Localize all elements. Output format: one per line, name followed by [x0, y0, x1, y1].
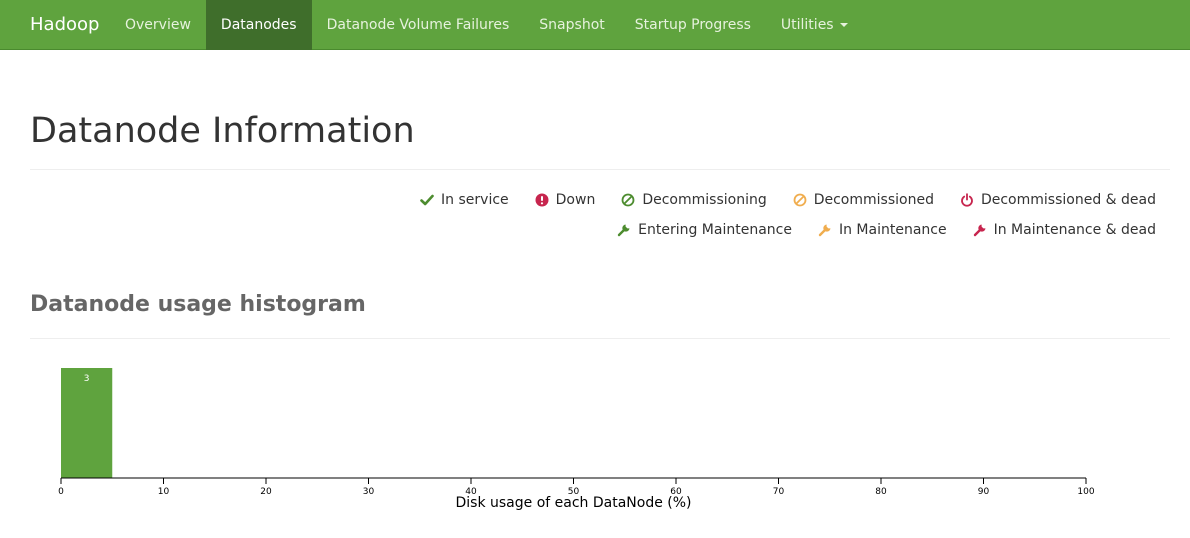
check-icon	[420, 194, 434, 206]
x-tick-label: 0	[58, 487, 64, 497]
x-tick-label: 70	[773, 487, 785, 497]
x-tick-label: 30	[363, 487, 375, 497]
x-tick-label: 80	[875, 487, 887, 497]
exclamation-circle-icon	[535, 193, 549, 207]
top-navbar: Hadoop Overview Datanodes Datanode Volum…	[0, 0, 1190, 50]
x-axis-label: Disk usage of each DataNode (%)	[455, 495, 691, 511]
x-tick-label: 90	[978, 487, 990, 497]
page-title: Datanode Information	[30, 111, 415, 151]
wrench-icon	[617, 224, 630, 237]
legend-in-service: In service	[420, 191, 509, 209]
histogram-bars: 3	[61, 368, 113, 478]
legend-label: Decommissioning	[642, 192, 767, 208]
legend-label: In Maintenance	[838, 222, 947, 238]
power-icon	[961, 193, 973, 207]
x-tick-label: 100	[1077, 487, 1094, 497]
legend-decommissioning: Decommissioning	[621, 191, 767, 209]
legend-label: Decommissioned & dead	[980, 192, 1156, 208]
ban-icon	[793, 193, 807, 207]
legend-label: In service	[441, 192, 509, 208]
nav-item-startup-progress[interactable]: Startup Progress	[620, 0, 766, 50]
wrench-icon	[818, 224, 831, 237]
title-divider	[30, 169, 1170, 170]
ban-icon	[621, 193, 635, 207]
usage-histogram-chart: 3 0 10 20 30 40 50 60 70 80 90 100 Disk usage of e…	[58, 368, 1095, 511]
nav-item-utilities-label: Utilities	[780, 17, 834, 33]
legend-entering-maintenance: Entering Maintenance	[617, 221, 792, 239]
legend-row-1: In service Down Decommissioning Decommis…	[394, 191, 1156, 209]
bar-count-label: 3	[84, 374, 90, 384]
legend-row-2: Entering Maintenance In Maintenance In M…	[591, 221, 1156, 239]
wrench-icon	[973, 224, 986, 237]
nav-item-snapshot[interactable]: Snapshot	[524, 0, 619, 50]
brand-link[interactable]: Hadoop	[30, 0, 99, 50]
legend-in-maintenance-dead: In Maintenance & dead	[973, 221, 1156, 239]
nav-item-datanode-volume-failures[interactable]: Datanode Volume Failures	[312, 0, 525, 50]
histogram-section-title: Datanode usage histogram	[30, 292, 366, 317]
nav-menu: Overview Datanodes Datanode Volume Failu…	[110, 0, 863, 50]
nav-item-datanodes[interactable]: Datanodes	[205, 0, 312, 50]
x-tick-label: 10	[158, 487, 170, 497]
legend-label: Decommissioned	[813, 192, 934, 208]
nav-item-overview[interactable]: Overview	[110, 0, 206, 50]
legend-in-maintenance: In Maintenance	[818, 221, 947, 239]
nav-item-utilities[interactable]: Utilities	[766, 0, 863, 50]
legend-decommissioned-dead: Decommissioned & dead	[960, 191, 1156, 209]
legend-label: Entering Maintenance	[638, 222, 792, 238]
x-tick-label: 20	[260, 487, 272, 497]
histogram-bar	[61, 368, 113, 478]
legend-decommissioned: Decommissioned	[793, 191, 934, 209]
section-divider	[30, 338, 1170, 339]
legend-label: Down	[555, 192, 596, 208]
legend-down: Down	[535, 191, 596, 209]
legend-label: In Maintenance & dead	[993, 222, 1156, 238]
chevron-down-icon	[839, 23, 848, 27]
